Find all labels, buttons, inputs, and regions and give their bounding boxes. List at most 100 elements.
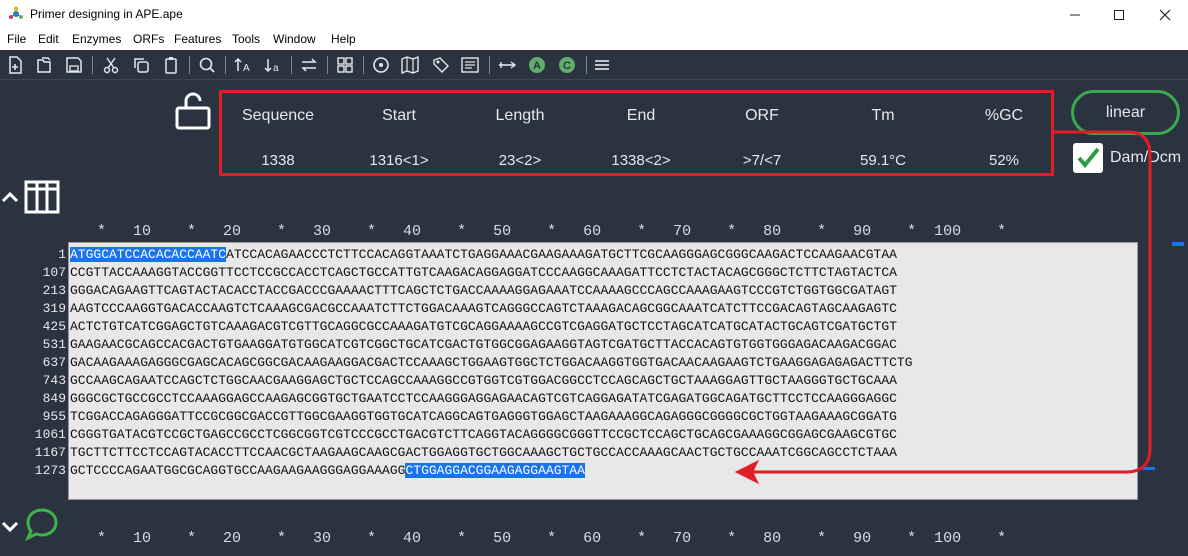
row-sequence-text[interactable]: ACTCTGTCATCGGAGCTGTCAAAGACGTCGTTGCAGGCGC… <box>70 319 897 334</box>
maximize-icon <box>1114 9 1124 20</box>
menu-file[interactable]: File <box>7 32 26 46</box>
svg-text:C: C <box>563 60 571 72</box>
info-start-label: Start <box>382 107 416 124</box>
search-icon[interactable] <box>197 55 217 75</box>
row-sequence[interactable]: GCTCCCCAGAATGGCGCAGGTGCCAAGAAGAAGGGAGGAA… <box>70 463 585 478</box>
map-icon[interactable] <box>400 55 420 75</box>
enzyme-c-icon[interactable]: C <box>557 55 577 75</box>
topology-linear-button[interactable]: linear <box>1071 90 1180 135</box>
info-end-label: End <box>626 107 656 124</box>
paste-icon[interactable] <box>161 55 181 75</box>
info-tm-value: 59.1°C <box>859 152 907 169</box>
new-file-icon[interactable] <box>5 55 25 75</box>
row-sequence-text[interactable]: GGGCGCTGCCGCCTCCAAAGGAGCCAAGAGCGGTGCTGAA… <box>70 391 897 406</box>
open-folder-icon[interactable] <box>34 55 54 75</box>
row-sequence-text[interactable]: TCGGACCAGAGGGATTCCGCGGCGACCGTTGGCGAAGGTG… <box>70 409 897 424</box>
chevron-down-icon[interactable] <box>0 516 20 536</box>
menu-window[interactable]: Window <box>273 32 316 46</box>
row-number: 213 <box>42 283 66 298</box>
row-sequence-text[interactable]: GAAGAACGCAGCCACGACTGTGAAGGATGTGGCATCGTCG… <box>70 337 897 352</box>
cut-icon[interactable] <box>101 55 121 75</box>
save-icon[interactable] <box>64 55 84 75</box>
scroll-marker-top <box>1172 242 1184 246</box>
chevron-up-icon[interactable] <box>0 188 20 208</box>
unlock-icon[interactable] <box>172 90 214 132</box>
primer-icon[interactable] <box>497 55 517 75</box>
info-length-value: 23<2> <box>498 152 542 169</box>
vertical-scrollbar[interactable] <box>1172 242 1184 500</box>
selected-primer-reverse[interactable]: CTGGAGGACGGAAGAGGAAGTAA <box>405 463 585 478</box>
info-orf-value: >7/<7 <box>742 152 782 169</box>
close-button[interactable] <box>1142 0 1188 29</box>
info-orf-label: ORF <box>745 107 779 124</box>
info-sequence-value: 1338 <box>261 152 295 169</box>
row-sequence-text[interactable]: GACAAGAAAGAGGGCGAGCACAGCGGCGACAAGAAGGACG… <box>70 355 913 370</box>
minimize-button[interactable] <box>1052 0 1098 29</box>
row-number: 955 <box>42 409 66 424</box>
row-sequence-text: ATCCACAGAACCCTCTTCCACAGGTAAATCTGAGGAAACG… <box>226 247 897 262</box>
checkmark-icon <box>1077 147 1100 169</box>
toolbar-separator <box>363 56 364 74</box>
dam-dcm-checkbox[interactable] <box>1073 143 1103 173</box>
svg-text:a: a <box>273 63 279 74</box>
enzyme-a-icon[interactable]: A <box>527 55 547 75</box>
info-tm-label: Tm <box>871 107 895 124</box>
toolbar-separator <box>225 56 226 74</box>
row-sequence-text[interactable]: GGGACAGAAGTTCAGTACTACACCTACCGACCCGAAAACT… <box>70 283 897 298</box>
row-number: 849 <box>42 391 66 406</box>
menu-lines-icon[interactable] <box>592 55 612 75</box>
uppercase-icon[interactable]: A <box>233 55 253 75</box>
reverse-complement-icon[interactable] <box>299 55 319 75</box>
row-number: 743 <box>42 373 66 388</box>
menu-orfs[interactable]: ORFs <box>133 32 164 46</box>
sequence-panel[interactable] <box>68 242 1138 500</box>
info-gc-label: %GC <box>984 107 1024 124</box>
tag-icon[interactable] <box>431 55 451 75</box>
window-title: Primer designing in APE.ape <box>30 7 183 21</box>
row-number: 1 <box>58 247 66 262</box>
ruler-bottom: * 10 * 20 * 30 * 40 * 50 * 60 * 70 * 80 … <box>70 530 1007 547</box>
row-sequence[interactable]: ATGGCATCCACACACCAATCATCCACAGAACCCTCTTCCA… <box>70 247 897 262</box>
scroll-marker-selection <box>1139 467 1155 470</box>
row-number: 531 <box>42 337 66 352</box>
toolbar-separator <box>327 56 328 74</box>
toolbar: A a A C <box>0 50 1188 80</box>
svg-text:A: A <box>243 63 250 74</box>
title-bar: Primer designing in APE.ape <box>0 0 1188 29</box>
toolbar-separator <box>92 56 93 74</box>
row-sequence-text[interactable]: TGCTTCTTCCTCCAGTACACCTTCCAACGCTAAGAAGCAA… <box>70 445 897 460</box>
toolbar-separator <box>189 56 190 74</box>
close-icon <box>1159 9 1171 20</box>
row-sequence-text[interactable]: CCGTTACCAAAGGTACCGGTTCCTCCGCCACCTCAGCTGC… <box>70 265 897 280</box>
row-number: 107 <box>42 265 66 280</box>
grid-icon[interactable] <box>335 55 355 75</box>
row-number: 1273 <box>34 463 66 478</box>
row-sequence-text[interactable]: GCCAAGCAGAATCCAGCTCTGGCAACGAAGGAGCTGCTCC… <box>70 373 897 388</box>
menu-enzymes[interactable]: Enzymes <box>72 32 121 46</box>
row-number: 1167 <box>34 445 66 460</box>
row-sequence-text: GCTCCCCAGAATGGCGCAGGTGCCAAGAAGAAGGGAGGAA… <box>70 463 406 478</box>
row-number: 319 <box>42 301 66 316</box>
lowercase-icon[interactable]: a <box>263 55 283 75</box>
info-length-label: Length <box>495 107 545 124</box>
svg-text:A: A <box>533 60 541 72</box>
toolbar-separator <box>489 56 490 74</box>
row-sequence-text[interactable]: CGGGTGATACGTCCGCTGAGCCGCCTCGGCGGTCGTCCCG… <box>70 427 897 442</box>
selected-primer-forward[interactable]: ATGGCATCCACACACCAATC <box>70 247 227 262</box>
info-end-value: 1338<2> <box>611 152 671 169</box>
circle-target-icon[interactable] <box>371 55 391 75</box>
toolbar-separator <box>586 56 587 74</box>
menu-help[interactable]: Help <box>331 32 356 46</box>
columns-view-icon[interactable] <box>24 180 60 214</box>
menu-features[interactable]: Features <box>174 32 221 46</box>
menu-tools[interactable]: Tools <box>232 32 260 46</box>
text-list-icon[interactable] <box>460 55 480 75</box>
selection-info-box: Sequence 1338 Start 1316<1> Length 23<2>… <box>219 90 1054 176</box>
maximize-button[interactable] <box>1096 0 1142 29</box>
chat-bubble-icon[interactable] <box>24 507 60 541</box>
row-sequence-text[interactable]: AAGTCCCAAGGTGACACCAAGTCTCAAAGCGACGCCAAAT… <box>70 301 897 316</box>
toolbar-separator <box>291 56 292 74</box>
row-number: 425 <box>42 319 66 334</box>
menu-edit[interactable]: Edit <box>38 32 59 46</box>
copy-icon[interactable] <box>131 55 151 75</box>
